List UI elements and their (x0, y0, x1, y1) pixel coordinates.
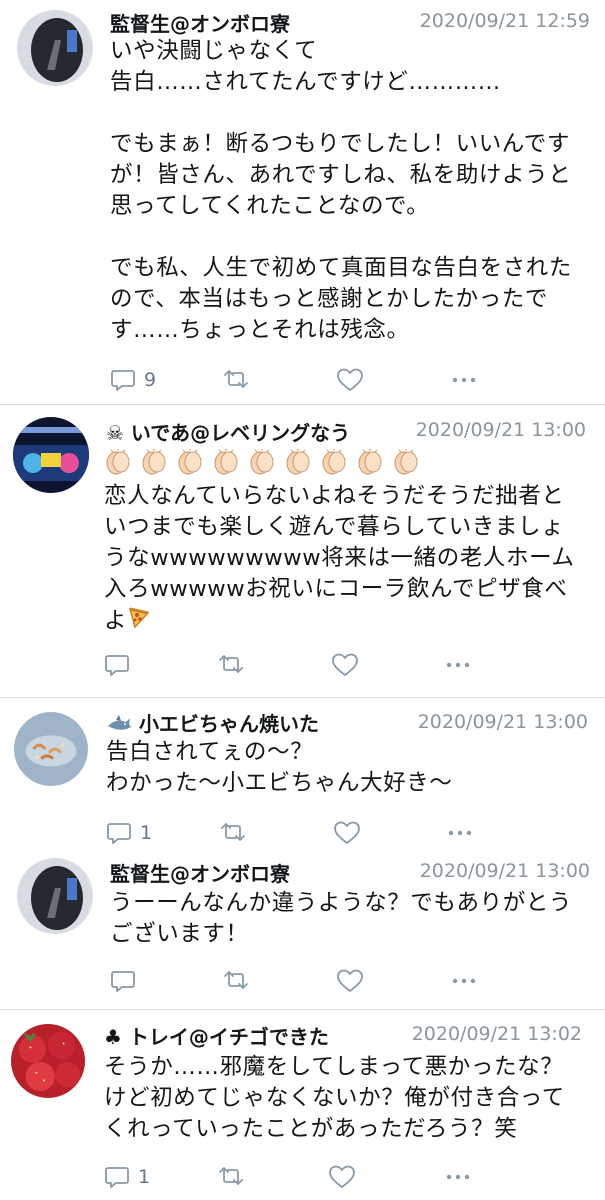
reply-count: 9 (144, 369, 157, 391)
more-icon (452, 377, 476, 383)
tweet[interactable]: ♣ トレイ@イチゴできた 2020/09/21 13:02 そうか……邪魔をして… (0, 1010, 605, 1200)
retweet-button[interactable] (222, 966, 250, 996)
user-avatar-dark-icon[interactable] (17, 858, 93, 934)
more-icon (446, 662, 470, 668)
skull-icon: ☠ (106, 421, 124, 445)
retweet-button[interactable] (222, 365, 250, 395)
like-icon (337, 969, 363, 992)
timestamp: 2020/09/21 13:00 (417, 711, 588, 733)
tweet-actions: 1 (106, 818, 586, 848)
more-button[interactable] (444, 1162, 472, 1192)
more-button[interactable] (446, 818, 474, 848)
tweet-text: いや決闘じゃなくて 告白……されてたんですけど………… でもまぁ！断るつもりでし… (110, 38, 573, 343)
tweet[interactable]: ☠ いであ@レベリングなう 2020/09/21 13:00 恋人なんていらない… (0, 405, 605, 697)
clapping-hands-row (104, 447, 444, 479)
timestamp: 2020/09/21 13:00 (415, 419, 586, 441)
tweet-actions (104, 650, 584, 680)
more-icon (452, 978, 476, 984)
tweet-text: 告白されてぇの〜？ わかった〜小エビちゃん大好き〜 (106, 739, 453, 796)
reply-icon (105, 1167, 129, 1188)
reply-button[interactable]: 9 (110, 365, 156, 395)
more-button[interactable] (444, 650, 472, 680)
reply-button[interactable] (110, 966, 138, 996)
shrimp-plate-avatar-icon[interactable] (14, 712, 88, 786)
tweet[interactable]: 監督生@オンボロ寮 2020/09/21 13:00 うーーんなんか違うような？… (0, 852, 605, 1009)
reply-button[interactable]: 1 (106, 818, 152, 848)
retweet-button[interactable] (217, 1162, 245, 1192)
retweet-button[interactable] (217, 650, 245, 680)
pizza-icon (127, 605, 151, 638)
user-avatar-dark-icon[interactable] (17, 10, 93, 86)
reply-icon (105, 655, 129, 676)
retweet-button[interactable] (219, 818, 247, 848)
tweet[interactable]: 小エビちゃん焼いた 2020/09/21 13:00 告白されてぇの〜？ わかっ… (0, 698, 605, 850)
display-name-text: トレイ@イチゴできた (128, 1025, 329, 1049)
reply-icon (111, 971, 135, 992)
tweet-text: そうか……邪魔をしてしまって悪かったな？けど初めてじゃなくないか？俺が付き合って… (104, 1054, 565, 1142)
like-button[interactable] (336, 365, 364, 395)
display-name[interactable]: 監督生@オンボロ寮 (110, 858, 290, 887)
timestamp: 2020/09/21 13:00 (419, 860, 590, 882)
reply-icon (111, 370, 135, 391)
display-name-text: いであ@レベリングなう (130, 421, 351, 445)
retweet-icon (219, 1167, 243, 1185)
like-button[interactable] (333, 818, 361, 848)
tweet-text: 恋人なんていらないよねそうだそうだ拙者といつまでも楽しく遊んで暮らしていきましょ… (104, 481, 586, 638)
tweet-text-content: 恋人なんていらないよねそうだそうだ拙者といつまでも楽しく遊んで暮らしていきましょ… (104, 483, 575, 634)
like-icon (334, 821, 360, 844)
game-screen-avatar-icon[interactable] (13, 417, 89, 493)
tweet[interactable]: 監督生@オンボロ寮 2020/09/21 12:59 いや決闘じゃなくて 告白…… (0, 0, 605, 404)
reply-count: 1 (138, 1166, 151, 1188)
more-button[interactable] (450, 966, 478, 996)
timestamp: 2020/09/21 12:59 (419, 10, 590, 32)
tweet-actions (110, 966, 590, 996)
like-button[interactable] (336, 966, 364, 996)
tweet-text: うーーんなんか違うような？でもありがとうございます！ (110, 890, 573, 947)
reply-button[interactable] (104, 650, 132, 680)
like-button[interactable] (328, 1162, 356, 1192)
like-icon (332, 653, 358, 676)
reply-button[interactable]: 1 (104, 1162, 150, 1192)
display-name[interactable]: 監督生@オンボロ寮 (110, 8, 290, 37)
display-name[interactable]: ☠ いであ@レベリングなう (106, 417, 350, 446)
more-icon (446, 1174, 470, 1180)
retweet-icon (221, 823, 245, 841)
reply-icon (107, 823, 131, 844)
timestamp: 2020/09/21 13:02 (411, 1023, 582, 1045)
tweet-actions: 1 (104, 1162, 584, 1192)
retweet-icon (224, 971, 248, 989)
club-suit-icon: ♣ (104, 1025, 122, 1049)
shark-icon (106, 712, 132, 736)
like-button[interactable] (331, 650, 359, 680)
display-name[interactable]: ♣ トレイ@イチゴできた (104, 1021, 329, 1050)
strawberry-avatar-icon[interactable] (11, 1024, 85, 1098)
reply-count: 1 (140, 822, 153, 844)
like-icon (329, 1165, 355, 1188)
tweet-actions: 9 (110, 365, 590, 395)
more-icon (448, 830, 472, 836)
like-icon (337, 368, 363, 391)
display-name[interactable]: 小エビちゃん焼いた (106, 708, 319, 737)
retweet-icon (219, 655, 243, 673)
more-button[interactable] (450, 365, 478, 395)
display-name-text: 小エビちゃん焼いた (138, 712, 319, 736)
retweet-icon (224, 370, 248, 388)
